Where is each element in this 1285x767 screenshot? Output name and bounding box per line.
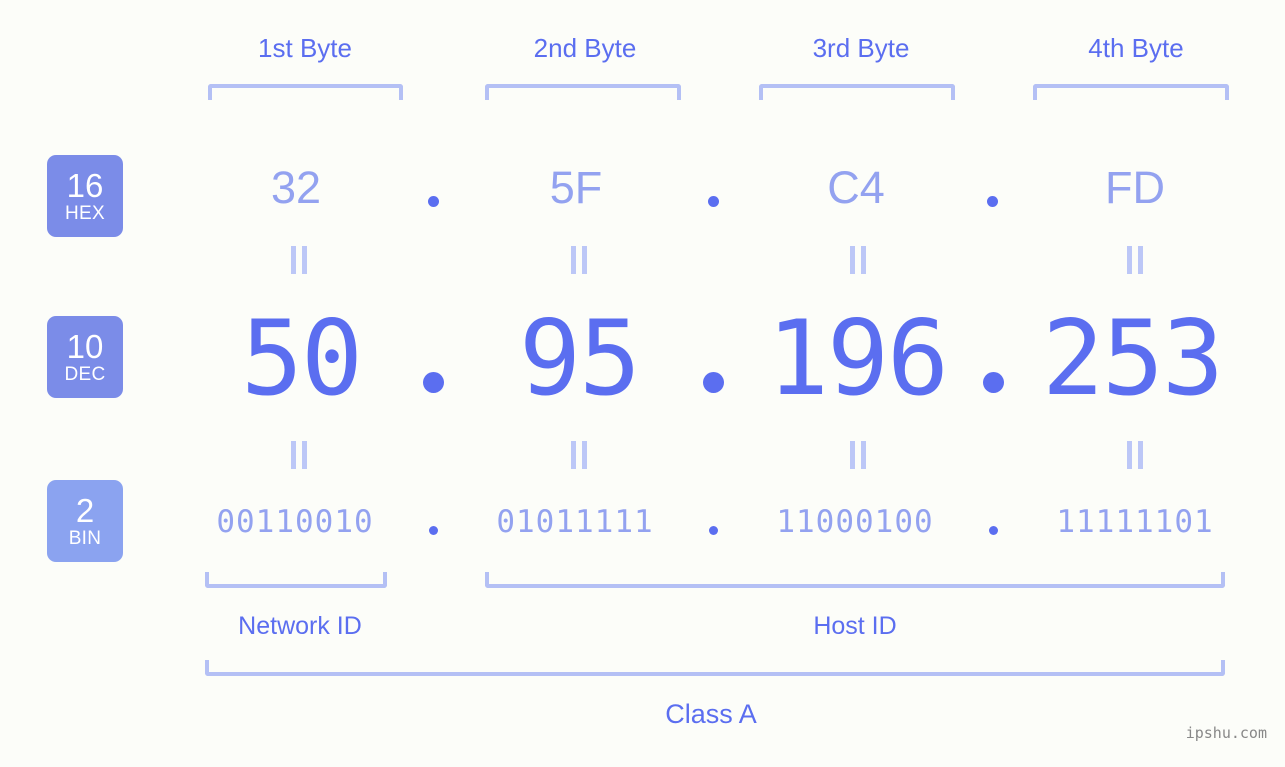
host-id-label: Host ID xyxy=(813,612,897,640)
badge-bin-number: 2 xyxy=(75,492,95,529)
badge-bin: 2 BIN xyxy=(47,480,123,562)
badge-dec: 10 DEC xyxy=(47,316,123,398)
dec-separator-dot-2 xyxy=(703,372,724,393)
bin-separator-dot-2 xyxy=(709,526,718,535)
hex-octet-3: C4 xyxy=(827,162,885,213)
equals-mark-hex-dec-2 xyxy=(568,246,590,274)
class-label: Class A xyxy=(665,699,757,729)
bin-octet-2: 01011111 xyxy=(496,504,654,540)
network-id-label: Network ID xyxy=(238,612,362,640)
byte-bracket-4 xyxy=(1033,84,1229,100)
hex-octet-2: 5F xyxy=(549,162,603,213)
badge-hex-abbr: HEX xyxy=(65,203,105,224)
dec-separator-dot-1 xyxy=(423,372,444,393)
hex-octet-4: FD xyxy=(1105,162,1165,213)
equals-mark-dec-bin-1 xyxy=(288,441,310,469)
bin-octet-4: 11111101 xyxy=(1056,504,1214,540)
badge-hex-number: 16 xyxy=(66,167,104,204)
dec-separator-dot-3 xyxy=(983,372,1004,393)
equals-mark-dec-bin-2 xyxy=(568,441,590,469)
hex-octet-1: 32 xyxy=(270,162,322,213)
byte-header-label-4: 4th Byte xyxy=(1088,33,1184,63)
bin-separator-dot-3 xyxy=(989,526,998,535)
ip-address-breakdown-diagram: 1st Byte 2nd Byte 3rd Byte 4th Byte 16 H… xyxy=(0,0,1285,767)
dec-octet-3: 196 xyxy=(766,299,949,419)
badge-dec-abbr: DEC xyxy=(64,364,106,385)
bin-octet-3: 11000100 xyxy=(776,504,934,540)
dec-octet-4: 253 xyxy=(1041,299,1224,419)
equals-mark-dec-bin-3 xyxy=(847,441,869,469)
byte-header-label-1: 1st Byte xyxy=(258,33,352,63)
hex-separator-dot-2 xyxy=(708,196,719,207)
byte-header-label-3: 3rd Byte xyxy=(812,33,910,63)
bin-octet-1: 00110010 xyxy=(216,504,374,540)
hex-separator-dot-3 xyxy=(987,196,998,207)
watermark: ipshu.com xyxy=(1185,724,1267,742)
badge-dec-number: 10 xyxy=(66,328,104,365)
byte-header-label-2: 2nd Byte xyxy=(533,33,637,63)
host-id-bracket xyxy=(485,572,1225,588)
bin-separator-dot-1 xyxy=(429,526,438,535)
dec-octet-2: 95 xyxy=(518,299,641,419)
byte-bracket-2 xyxy=(485,84,681,100)
hex-separator-dot-1 xyxy=(428,196,439,207)
network-id-bracket xyxy=(205,572,387,588)
byte-bracket-3 xyxy=(759,84,955,100)
badge-bin-abbr: BIN xyxy=(68,528,102,549)
equals-mark-hex-dec-4 xyxy=(1124,246,1146,274)
byte-bracket-1 xyxy=(208,84,403,100)
equals-mark-hex-dec-1 xyxy=(288,246,310,274)
equals-mark-dec-bin-4 xyxy=(1124,441,1146,469)
equals-mark-hex-dec-3 xyxy=(847,246,869,274)
class-bracket xyxy=(205,660,1225,676)
dec-octet-1: 50 xyxy=(240,299,363,419)
badge-hex: 16 HEX xyxy=(47,155,123,237)
